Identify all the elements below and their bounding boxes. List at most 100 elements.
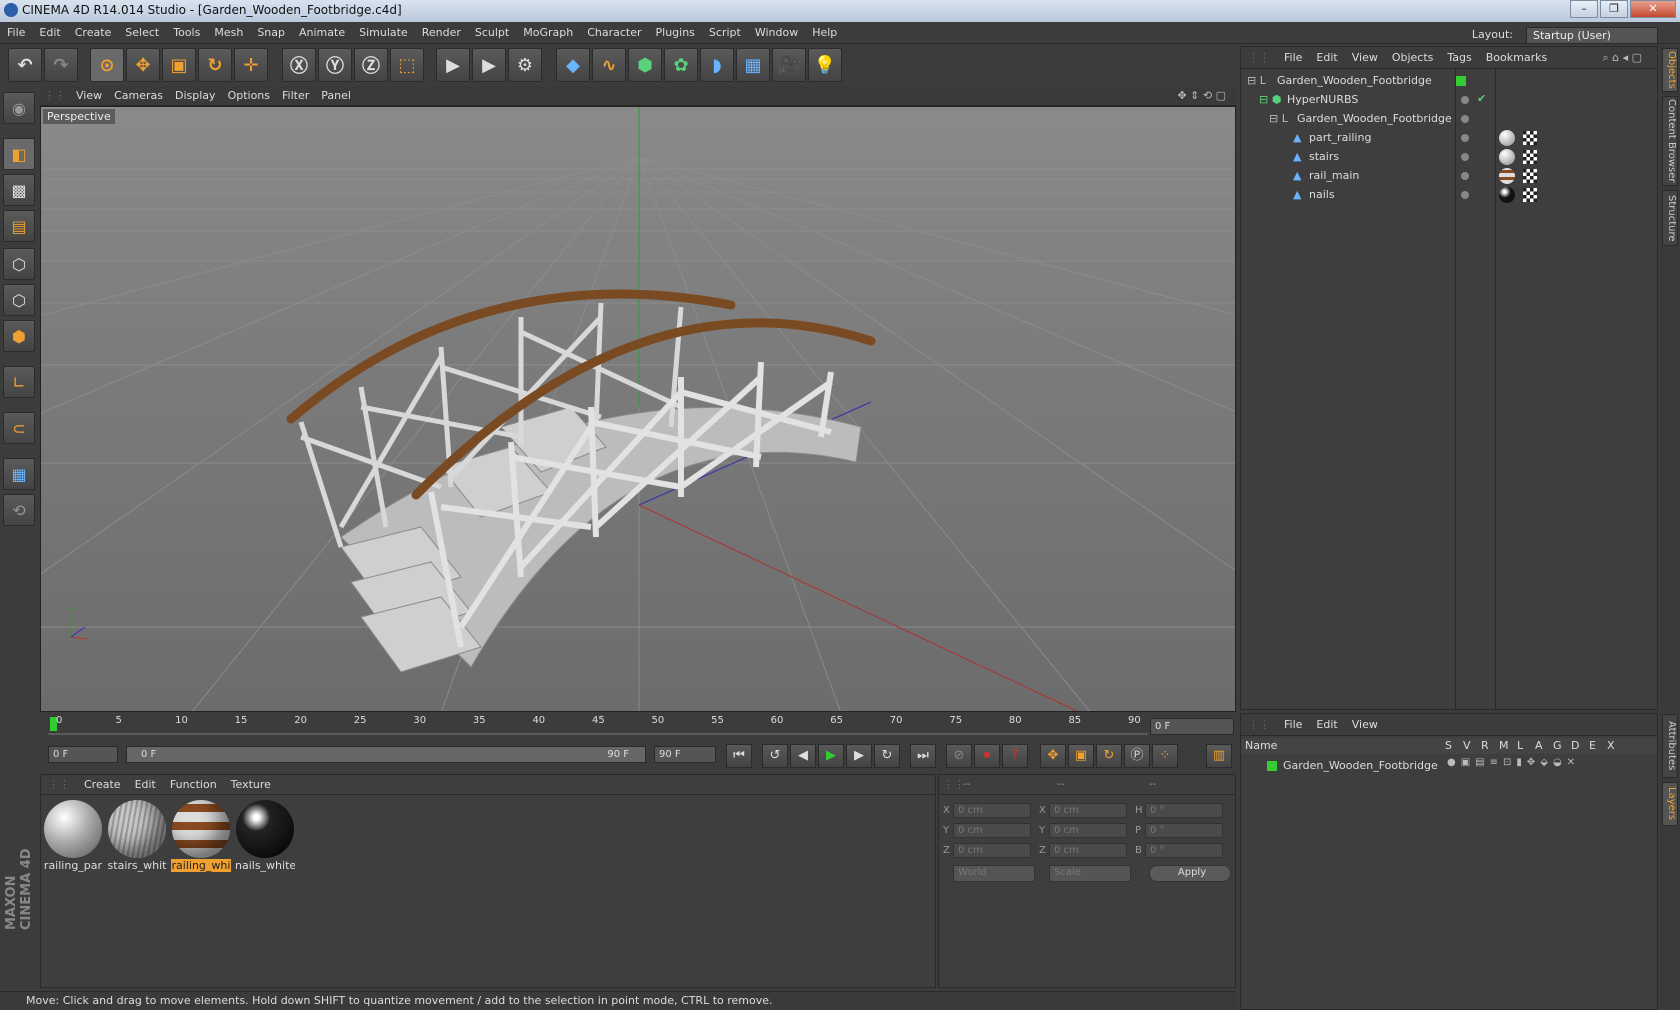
close-button[interactable]: ✕ xyxy=(1630,0,1676,18)
menu-mograph[interactable]: MoGraph xyxy=(516,22,580,44)
key-scale-icon[interactable]: ▣ xyxy=(1068,744,1094,768)
next-frame-icon[interactable]: ▶ xyxy=(846,744,872,768)
objects-menu-bookmarks[interactable]: Bookmarks xyxy=(1479,47,1554,69)
position-y-field[interactable]: 0 cm xyxy=(953,823,1031,838)
array-icon[interactable]: ✿ xyxy=(664,48,698,82)
objects-menu-view[interactable]: View xyxy=(1345,47,1385,69)
deformer-icon[interactable]: ◗ xyxy=(700,48,734,82)
end-frame-field[interactable]: 90 F xyxy=(654,746,716,763)
layout-select[interactable]: Startup (User) xyxy=(1526,26,1658,44)
menu-plugins[interactable]: Plugins xyxy=(649,22,702,44)
z-axis-icon[interactable]: Ⓩ xyxy=(354,48,388,82)
layers-menu-view[interactable]: View xyxy=(1345,714,1385,736)
tab-objects[interactable]: Objects xyxy=(1662,48,1678,92)
menu-mesh[interactable]: Mesh xyxy=(207,22,250,44)
snap-settings-icon[interactable]: ⟲ xyxy=(3,494,35,526)
tree-item-nails[interactable]: ▲ nails xyxy=(1241,185,1657,205)
next-key-icon[interactable]: ↻ xyxy=(874,744,900,768)
position-z-field[interactable]: 0 cm xyxy=(953,843,1031,858)
redo-icon[interactable]: ↷ xyxy=(44,48,78,82)
tab-layers[interactable]: Layers xyxy=(1662,782,1678,826)
key-position-icon[interactable]: ✥ xyxy=(1040,744,1066,768)
workplane-lock-icon[interactable]: ▦ xyxy=(3,458,35,490)
menu-snap[interactable]: Snap xyxy=(250,22,292,44)
record-keys-icon[interactable]: ⊘ xyxy=(946,744,972,768)
menu-select[interactable]: Select xyxy=(118,22,166,44)
move-icon[interactable]: ✥ xyxy=(126,48,160,82)
current-frame-field[interactable]: 0 F xyxy=(1150,718,1234,735)
objects-menu-file[interactable]: File xyxy=(1277,47,1309,69)
viewport-menu-display[interactable]: Display xyxy=(169,86,222,106)
rotate-icon[interactable]: ↻ xyxy=(198,48,232,82)
menu-script[interactable]: Script xyxy=(702,22,748,44)
tree-item-part-railing[interactable]: ▲ part_railing xyxy=(1241,128,1657,148)
layers-menu-edit[interactable]: Edit xyxy=(1309,714,1344,736)
key-rotation-icon[interactable]: ↻ xyxy=(1096,744,1122,768)
viewport-menu-filter[interactable]: Filter xyxy=(276,86,315,106)
render-view-icon[interactable]: ▶ xyxy=(436,48,470,82)
menu-sculpt[interactable]: Sculpt xyxy=(468,22,516,44)
material-nails-white[interactable]: nails_white xyxy=(235,799,295,873)
magnet-icon[interactable]: ⊂ xyxy=(3,412,35,444)
layers-menu-file[interactable]: File xyxy=(1277,714,1309,736)
position-x-field[interactable]: 0 cm xyxy=(953,803,1031,818)
material-tag-icon[interactable] xyxy=(1499,168,1515,184)
menu-simulate[interactable]: Simulate xyxy=(352,22,415,44)
material-tag-icon[interactable] xyxy=(1499,187,1515,203)
visibility-dot[interactable] xyxy=(1461,115,1469,123)
coordinate-system-icon[interactable]: ⬚ xyxy=(390,48,424,82)
coord-mode-select[interactable]: Scale xyxy=(1049,865,1131,882)
x-axis-icon[interactable]: Ⓧ xyxy=(282,48,316,82)
goto-end-icon[interactable]: ⏭ xyxy=(910,744,936,768)
objects-search-icon[interactable]: ⌕ ⌂ ◂ ▢ xyxy=(1595,47,1649,69)
material-menu-create[interactable]: Create xyxy=(77,775,128,795)
viewport-menu-cameras[interactable]: Cameras xyxy=(108,86,169,106)
layer-color-icon[interactable] xyxy=(1267,761,1277,771)
tree-item-stairs[interactable]: ▲ stairs xyxy=(1241,147,1657,167)
objects-menu-edit[interactable]: Edit xyxy=(1309,47,1344,69)
autokey-icon[interactable]: ⏺ xyxy=(974,744,1000,768)
play-icon[interactable]: ▶ xyxy=(818,744,844,768)
material-tag-icon[interactable] xyxy=(1499,149,1515,165)
uvw-tag-icon[interactable] xyxy=(1523,188,1537,202)
render-picture-viewer-icon[interactable]: ▶ xyxy=(472,48,506,82)
visibility-dot[interactable] xyxy=(1461,191,1469,199)
polygons-mode-icon[interactable]: ⬢ xyxy=(3,320,35,352)
material-railing-whi[interactable]: railing_whi xyxy=(171,799,231,873)
menu-help[interactable]: Help xyxy=(805,22,844,44)
camera-icon[interactable]: 🎥 xyxy=(772,48,806,82)
key-pla-icon[interactable]: ⁘ xyxy=(1152,744,1178,768)
material-railing-par[interactable]: railing_par xyxy=(43,799,103,873)
scale-icon[interactable]: ▣ xyxy=(162,48,196,82)
size-y-field[interactable]: 0 cm xyxy=(1049,823,1127,838)
timeline[interactable]: 0 5 10 15 20 25 30 35 40 45 50 55 60 65 70 75 80 85 90 0 F xyxy=(40,714,1236,738)
tab-content-browser[interactable]: Content Browser xyxy=(1662,96,1678,186)
tree-item-rail-main[interactable]: ▲ rail_main xyxy=(1241,166,1657,186)
rotation-h-field[interactable]: 0 ° xyxy=(1145,803,1223,818)
tree-item-root[interactable]: ⊟ L Garden_Wooden_Footbridge xyxy=(1241,71,1657,91)
material-menu-texture[interactable]: Texture xyxy=(224,775,278,795)
visibility-dot[interactable] xyxy=(1461,153,1469,161)
material-menu-edit[interactable]: Edit xyxy=(128,775,163,795)
model-mode-icon[interactable]: ◧ xyxy=(3,138,35,170)
viewport-nav-icons[interactable]: ✥ ⇕ ⟲ ▢ xyxy=(1171,86,1232,106)
light-icon[interactable]: 💡 xyxy=(808,48,842,82)
floor-icon[interactable]: ▦ xyxy=(736,48,770,82)
viewport-menu-view[interactable]: View xyxy=(70,86,108,106)
minimize-button[interactable]: – xyxy=(1570,0,1598,18)
rotation-b-field[interactable]: 0 ° xyxy=(1145,843,1223,858)
edges-mode-icon[interactable]: ⬡ xyxy=(3,284,35,316)
nurbs-icon[interactable]: ⬢ xyxy=(628,48,662,82)
layer-toggle-icons[interactable]: ●▣▤≡⊡▮✥⬙◒✕ xyxy=(1447,757,1580,768)
uvw-tag-icon[interactable] xyxy=(1523,131,1537,145)
material-menu-function[interactable]: Function xyxy=(163,775,224,795)
preview-range-slider[interactable]: 0 F 90 F xyxy=(126,746,646,763)
cube-icon[interactable]: ◆ xyxy=(556,48,590,82)
tree-item-hypernurbs[interactable]: ⊟ ⬢ HyperNURBS ✔ xyxy=(1241,90,1657,110)
keyframe-selection-icon[interactable]: ? xyxy=(1002,744,1028,768)
timeline-window-icon[interactable]: ▥ xyxy=(1206,744,1232,768)
goto-start-icon[interactable]: ⏮ xyxy=(726,744,752,768)
size-z-field[interactable]: 0 cm xyxy=(1049,843,1127,858)
points-mode-icon[interactable]: ⬡ xyxy=(3,248,35,280)
material-stairs-whit[interactable]: stairs_whit xyxy=(107,799,167,873)
